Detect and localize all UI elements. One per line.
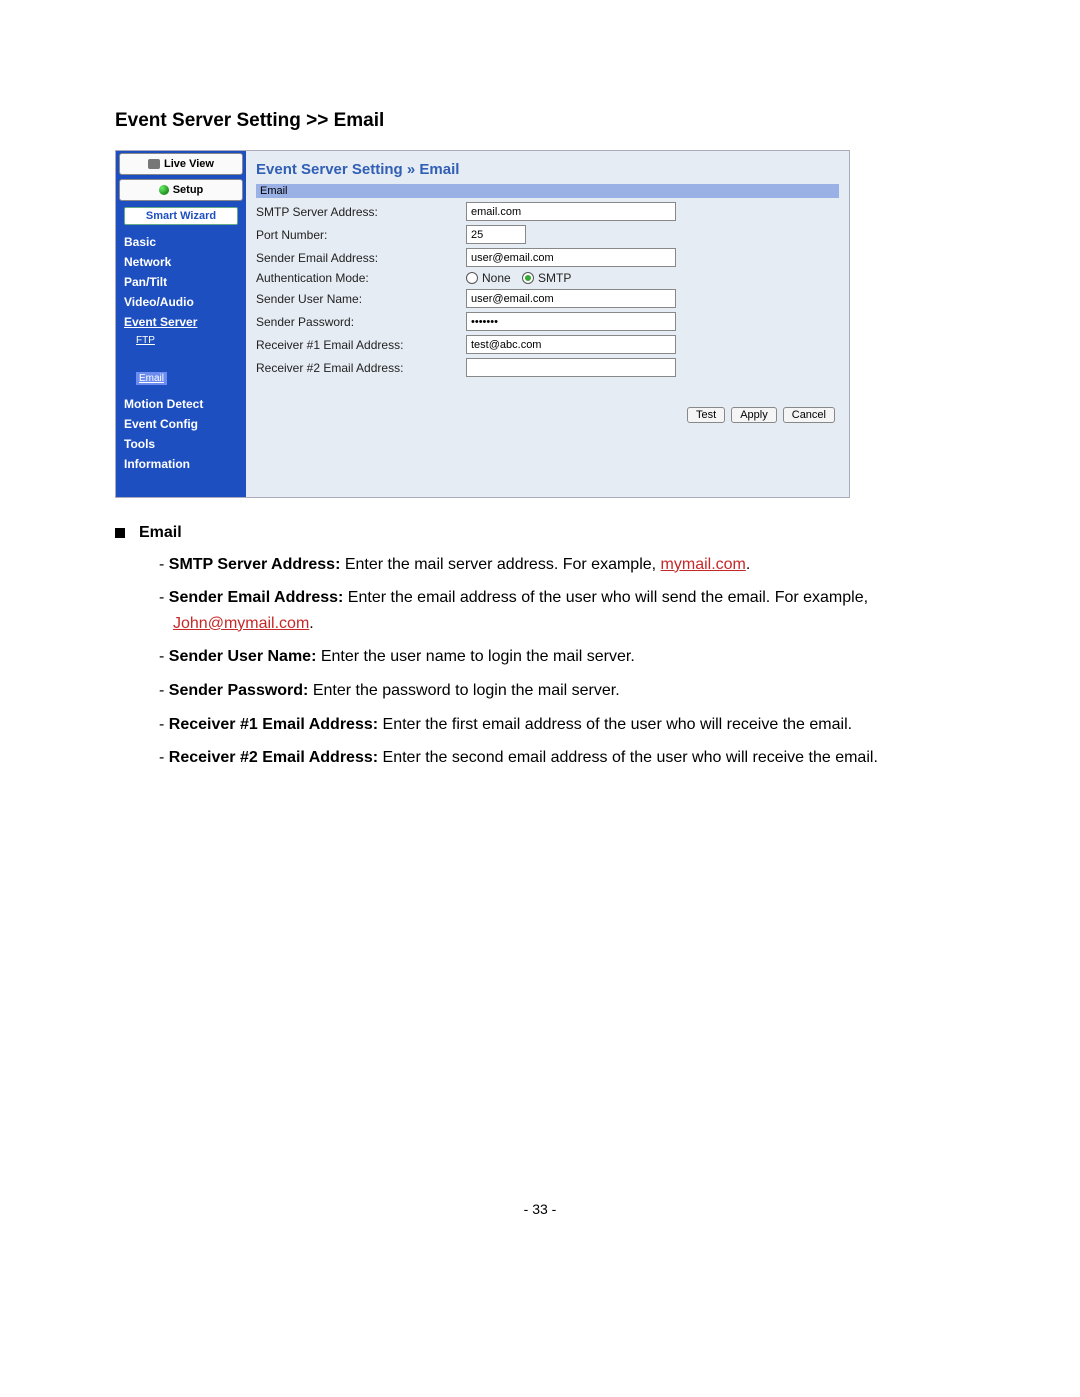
content-heading: Event Server Setting » Email [256, 161, 839, 178]
gear-icon [159, 185, 169, 195]
label-port: Port Number: [256, 228, 466, 242]
nav-menu: Basic Network Pan/Tilt Video/Audio Event… [116, 235, 246, 471]
radio-none[interactable] [466, 272, 478, 284]
doc-link[interactable]: mymail.com [661, 556, 746, 573]
nav-event-server[interactable]: Event Server [124, 315, 238, 329]
nav-basic[interactable]: Basic [124, 235, 238, 249]
label-sender-email: Sender Email Address: [256, 251, 466, 265]
doc-list-item: Receiver #1 Email Address: Enter the fir… [159, 712, 965, 738]
test-button[interactable]: Test [687, 407, 725, 423]
input-recv2[interactable] [466, 358, 676, 377]
input-port[interactable] [466, 225, 526, 244]
nav-network[interactable]: Network [124, 255, 238, 269]
doc-list-item: Sender Password: Enter the password to l… [159, 678, 965, 704]
radio-smtp[interactable] [522, 272, 534, 284]
radio-smtp-label: SMTP [538, 271, 571, 285]
doc-list-item: Sender User Name: Enter the user name to… [159, 644, 965, 670]
nav-motion-detect[interactable]: Motion Detect [124, 397, 238, 411]
doc-text: Email SMTP Server Address: Enter the mai… [115, 520, 965, 771]
label-smtp: SMTP Server Address: [256, 205, 466, 219]
nav-email[interactable]: Email [136, 372, 167, 385]
input-smtp[interactable] [466, 202, 676, 221]
page-number: - 33 - [115, 1201, 965, 1217]
nav-event-config[interactable]: Event Config [124, 417, 238, 431]
label-sender-pass: Sender Password: [256, 315, 466, 329]
radio-none-label: None [482, 271, 511, 285]
nav-pan-tilt[interactable]: Pan/Tilt [124, 275, 238, 289]
nav-tools[interactable]: Tools [124, 437, 238, 451]
label-recv2: Receiver #2 Email Address: [256, 361, 466, 375]
live-view-label: Live View [164, 158, 214, 170]
doc-list-item: Receiver #2 Email Address: Enter the sec… [159, 745, 965, 771]
setup-label: Setup [173, 184, 204, 196]
input-sender-pass[interactable] [466, 312, 676, 331]
live-view-tab[interactable]: Live View [119, 153, 243, 175]
label-auth-mode: Authentication Mode: [256, 271, 466, 285]
main-content: Event Server Setting » Email Email SMTP … [246, 151, 849, 497]
label-recv1: Receiver #1 Email Address: [256, 338, 466, 352]
section-email-header: Email [256, 184, 839, 198]
nav-video-audio[interactable]: Video/Audio [124, 295, 238, 309]
doc-list-item: Sender Email Address: Enter the email ad… [159, 585, 965, 636]
input-sender-email[interactable] [466, 248, 676, 267]
camera-icon [148, 159, 160, 169]
page-title: Event Server Setting >> Email [115, 110, 965, 132]
nav-information[interactable]: Information [124, 457, 238, 471]
cancel-button[interactable]: Cancel [783, 407, 835, 423]
screenshot-panel: Live View Setup Smart Wizard Basic Netwo… [115, 150, 850, 498]
label-sender-user: Sender User Name: [256, 292, 466, 306]
square-bullet-icon [115, 528, 125, 538]
doc-list-item: SMTP Server Address: Enter the mail serv… [159, 552, 965, 578]
input-recv1[interactable] [466, 335, 676, 354]
apply-button[interactable]: Apply [731, 407, 777, 423]
input-sender-user[interactable] [466, 289, 676, 308]
nav-ftp[interactable]: FTP [136, 335, 238, 346]
doc-email-heading: Email [139, 520, 182, 546]
sidebar: Live View Setup Smart Wizard Basic Netwo… [116, 151, 246, 497]
doc-link[interactable]: John@mymail.com [173, 615, 309, 632]
smart-wizard-button[interactable]: Smart Wizard [124, 207, 238, 225]
setup-tab[interactable]: Setup [119, 179, 243, 201]
radio-dot-icon [525, 275, 531, 281]
